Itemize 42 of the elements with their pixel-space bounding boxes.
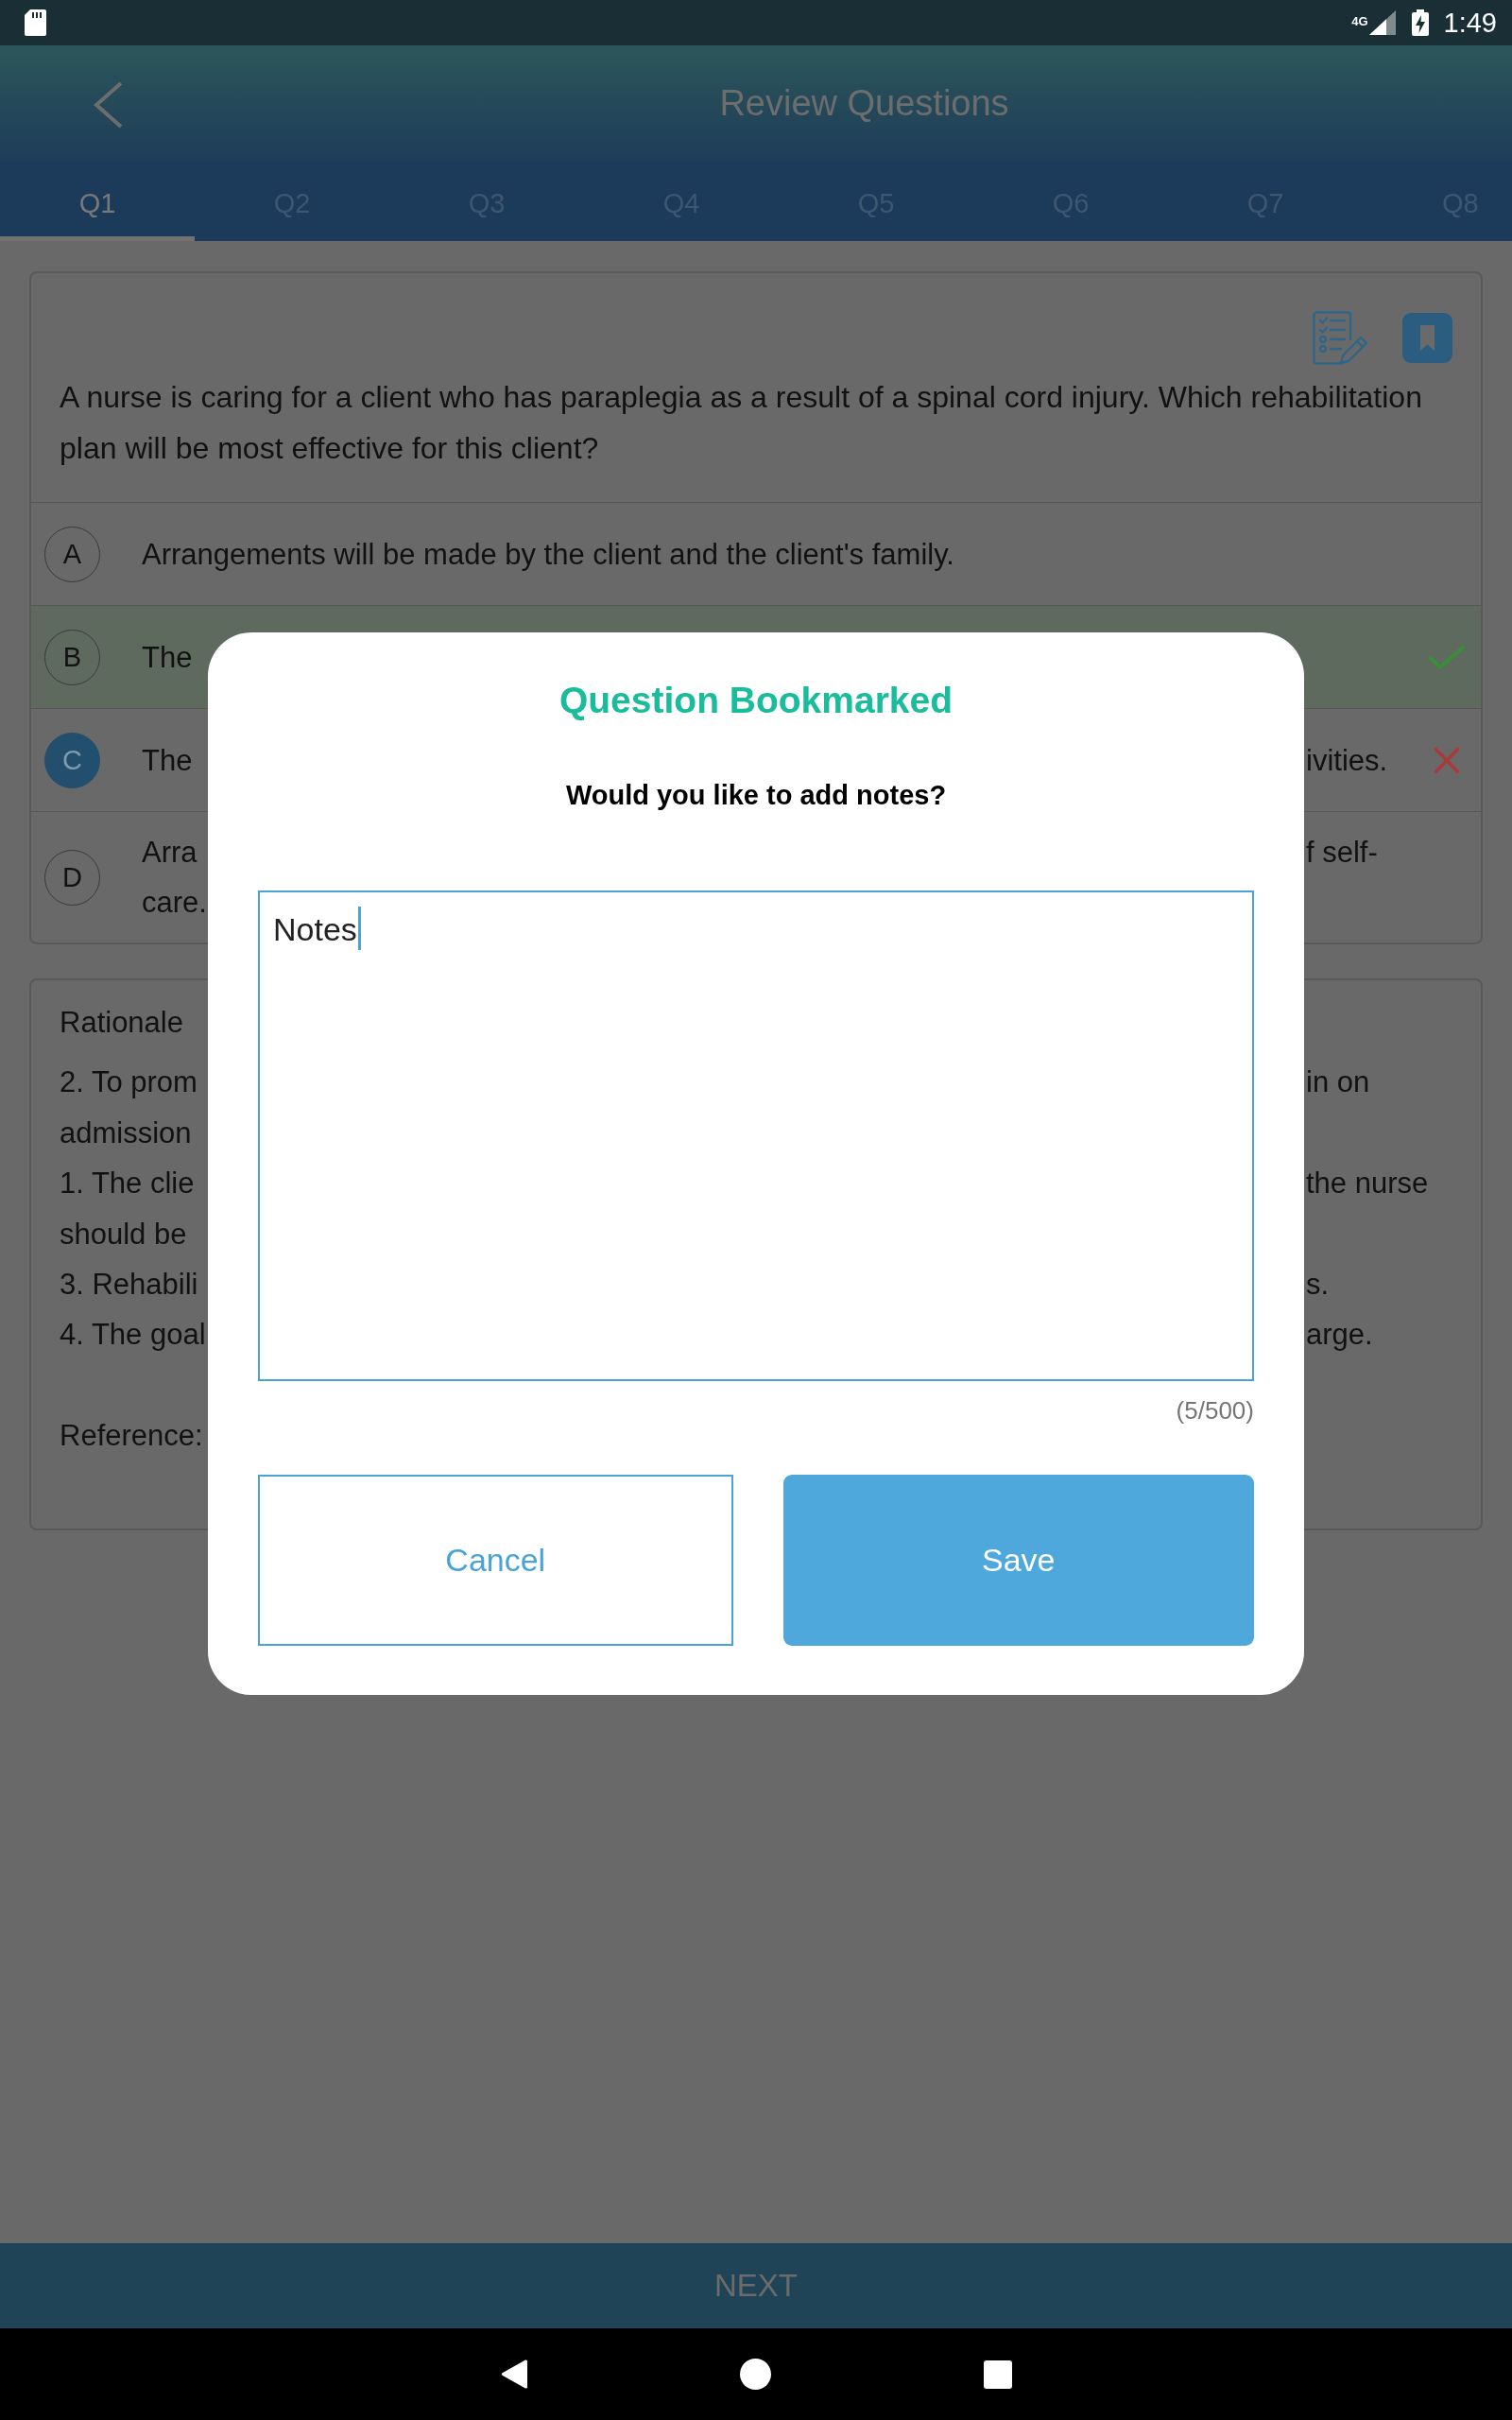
- rationale-heading: Rationale: [60, 1006, 183, 1039]
- text-cursor-icon: [357, 907, 361, 950]
- rationale-text: arge.: [1306, 1317, 1374, 1354]
- option-text: f self-: [1306, 835, 1379, 871]
- sd-card-icon: [25, 9, 46, 36]
- cross-icon: [1434, 746, 1460, 774]
- reference-label: Reference:: [60, 1418, 203, 1452]
- battery-charging-icon: [1411, 9, 1429, 36]
- nav-back-icon[interactable]: [500, 2359, 527, 2390]
- next-button[interactable]: NEXT: [0, 2243, 1512, 2328]
- rationale-text: the nurse: [1306, 1166, 1430, 1202]
- question-text: A nurse is caring for a client who has paraplegia as a result of a spinal cord injury. Which rehabilitation plan will be most effective for this client?: [59, 379, 1423, 467]
- rationale-text: admission: [60, 1115, 192, 1150]
- nav-recents-icon[interactable]: [983, 2360, 1012, 2389]
- rationale-text: s.: [1306, 1267, 1331, 1304]
- rationale-text: in on: [1306, 1064, 1371, 1101]
- option-text: Arrangements will be made by the client and the client's family.: [142, 537, 954, 571]
- character-counter: (5/500): [1176, 1396, 1254, 1425]
- rationale-text: 1. The clie: [60, 1167, 195, 1201]
- back-icon: [94, 81, 124, 129]
- check-icon: [1428, 644, 1466, 670]
- clock-time: 1:49: [1443, 7, 1497, 39]
- rationale-text: 4. The goal: [60, 1318, 206, 1352]
- dialog-title: Question Bookmarked: [558, 679, 954, 722]
- dialog-prompt: Would you like to add notes?: [565, 779, 947, 812]
- option-text: care.: [142, 886, 207, 919]
- nav-home-icon[interactable]: [739, 2359, 771, 2390]
- rationale-text: should be: [60, 1217, 187, 1251]
- checklist-pencil-icon[interactable]: [1313, 311, 1368, 365]
- option-text: Arra: [142, 836, 198, 869]
- notes-field[interactable]: Notes: [258, 890, 1254, 1381]
- signal-icon: [1368, 10, 1396, 35]
- rationale-text: 3. Rehabili: [60, 1268, 198, 1302]
- rationale-text: 2. To prom: [60, 1065, 198, 1099]
- option-text: The: [142, 640, 193, 674]
- option-letter: C: [44, 732, 100, 788]
- screen-title: Review Questions: [719, 82, 1009, 125]
- cancel-button[interactable]: Cancel: [258, 1475, 733, 1646]
- option-text: The: [142, 743, 193, 777]
- option-text: ivities.: [1306, 742, 1389, 779]
- network-type-label: 4G: [1351, 15, 1368, 28]
- save-button[interactable]: Save: [782, 1475, 1254, 1646]
